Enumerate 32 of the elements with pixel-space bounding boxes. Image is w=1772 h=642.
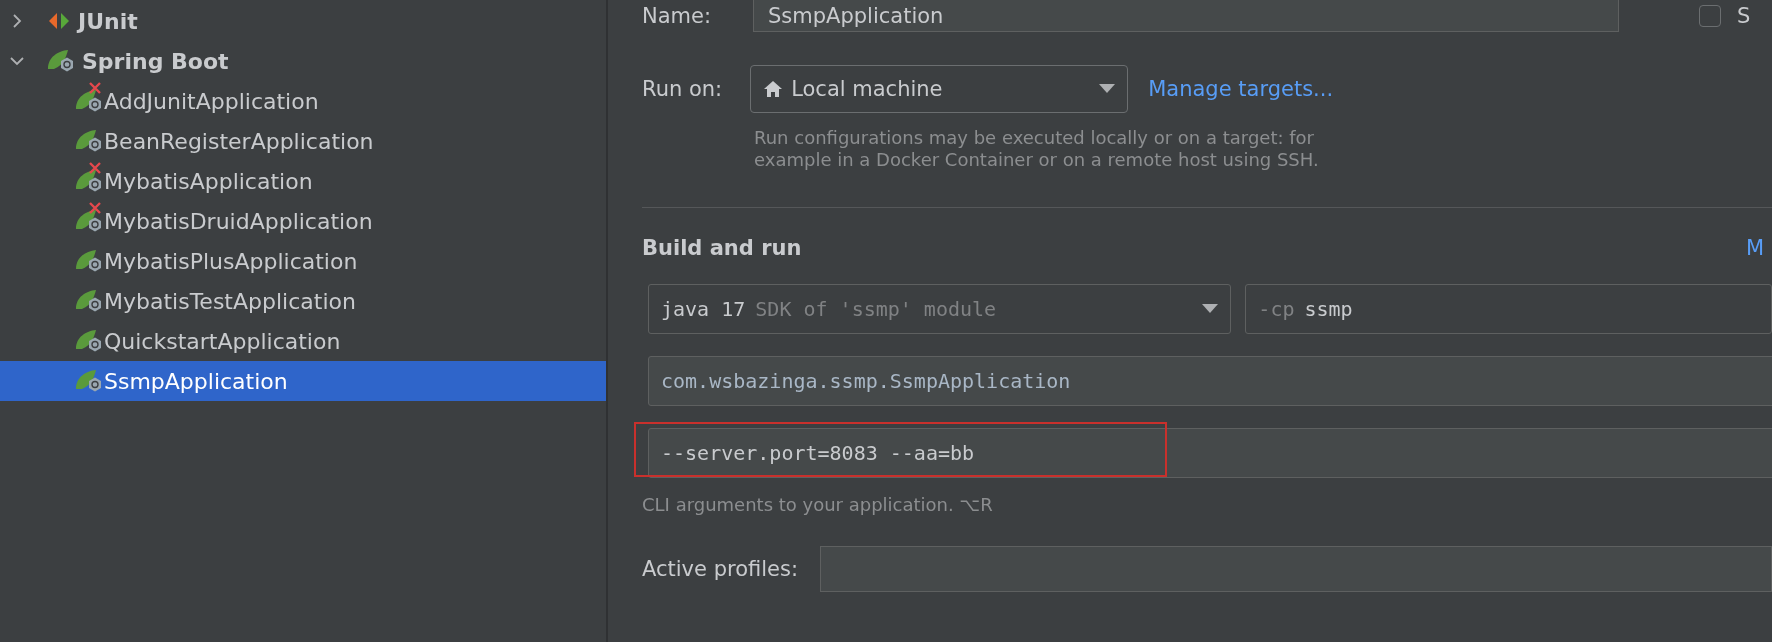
run-configuration-item[interactable]: QuickstartApplication	[104, 328, 341, 354]
run-configuration-item[interactable]: BeanRegisterApplication	[104, 128, 374, 154]
name-field[interactable]: SsmpApplication	[753, 0, 1620, 32]
run-on-label: Run on:	[642, 77, 723, 101]
chevron-right-icon[interactable]	[10, 14, 24, 28]
classpath-field[interactable]: -cp ssmp	[1245, 284, 1772, 334]
active-profiles-field[interactable]	[820, 546, 1772, 592]
chevron-down-icon[interactable]	[10, 54, 24, 68]
manage-targets-link[interactable]: Manage targets...	[1148, 77, 1334, 101]
run-configuration-item[interactable]: SsmpApplication	[104, 368, 288, 394]
run-configuration-item[interactable]: MybatisDruidApplication	[104, 208, 373, 234]
checkbox-label: S	[1737, 4, 1751, 28]
main-class-field[interactable]: com.wsbazinga.ssmp.SsmpApplication	[648, 356, 1772, 406]
dropdown-arrow-icon	[1099, 84, 1116, 94]
home-icon	[763, 80, 784, 98]
run-configuration-item[interactable]: MybatisPlusApplication	[104, 248, 358, 274]
tree-group-label[interactable]: Spring Boot	[82, 48, 229, 74]
modify-options-link[interactable]: M	[1745, 236, 1764, 260]
program-arguments-field[interactable]: --server.port=8083 --aa=bb	[648, 428, 1772, 478]
jdk-dropdown[interactable]: java 17 SDK of 'ssmp' module	[648, 284, 1232, 334]
run-configuration-item[interactable]: AddJunitApplication	[104, 88, 319, 114]
active-profiles-label: Active profiles:	[642, 557, 798, 581]
section-title: Build and run	[642, 236, 802, 260]
run-on-dropdown[interactable]: Local machine	[750, 65, 1129, 113]
tree-group-label[interactable]: JUnit	[78, 8, 138, 34]
run-configuration-item[interactable]: MybatisTestApplication	[104, 288, 356, 314]
dropdown-arrow-icon	[1202, 304, 1219, 314]
run-on-hint: Run configurations may be executed locally or on a target: for example in a Docker Container or on a remote host using SSH.	[754, 127, 1320, 171]
program-arguments-hint: CLI arguments to your application. ⌥R	[642, 494, 994, 516]
name-label: Name:	[642, 4, 712, 28]
run-configuration-item[interactable]: MybatisApplication	[104, 168, 313, 194]
checkbox[interactable]	[1699, 5, 1722, 27]
